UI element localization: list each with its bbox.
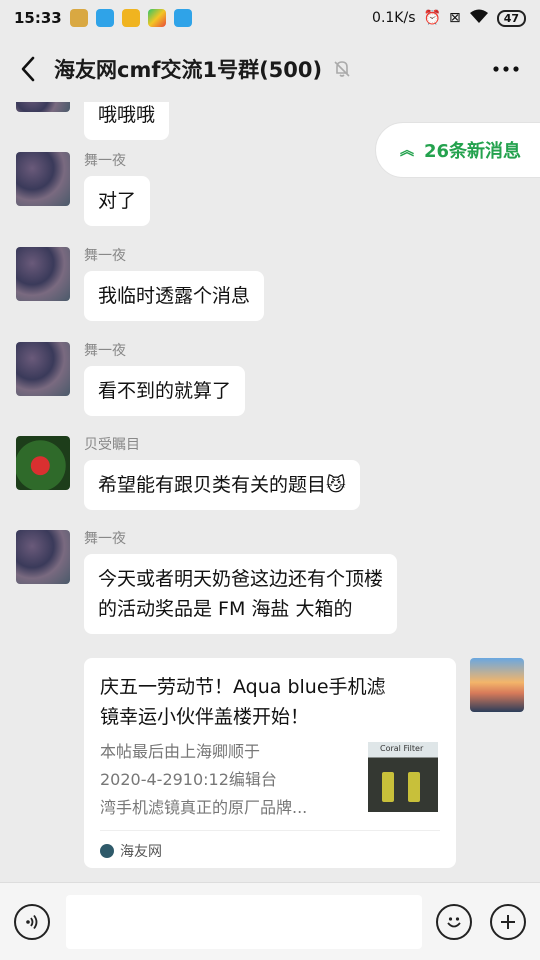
message-text: 希望能有跟贝类有关的题目 (98, 474, 327, 496)
chat-message: 舞一夜 今天或者明天奶爸这边还有个顶楼 的活动奖品是 FM 海盐 大箱的 (16, 530, 398, 634)
new-messages-label: 26条新消息 (424, 141, 522, 162)
app-notification-icon (173, 9, 192, 27)
site-logo-icon (100, 844, 114, 858)
app-notification-icon (121, 9, 140, 27)
plus-icon[interactable] (490, 903, 526, 940)
card-description-line: 2020-4-2910:12编辑台 (100, 770, 277, 789)
message-bubble[interactable]: 我临时透露个消息 (84, 271, 265, 321)
message-text-line: 今天或者明天奶爸这边还有个顶楼 (98, 568, 384, 590)
double-chevron-up-icon: ︽ (400, 143, 414, 159)
chat-message: 哦哦哦 (16, 102, 170, 140)
shared-link-card[interactable]: 庆五一劳动节！Aqua blue手机滤 镜幸运小伙伴盖楼开始！ 本帖最后由上海卿… (84, 658, 456, 868)
chat-title: 海友网cmf交流1号群(500) (54, 58, 323, 82)
avatar[interactable] (16, 530, 70, 584)
card-title-line: 镜幸运小伙伴盖楼开始！ (100, 706, 310, 728)
chat-header: 海友网cmf交流1号群(500) (0, 36, 540, 102)
wifi-icon (469, 8, 489, 28)
app-notification-icon (95, 9, 114, 27)
avatar[interactable] (16, 436, 70, 490)
input-bar (0, 882, 540, 960)
voice-icon[interactable] (14, 903, 50, 940)
card-description-line: 湾手机滤镜真正的原厂品牌... (100, 798, 308, 817)
card-thumbnail: Coral Filter (368, 742, 438, 812)
status-time: 15:33 (14, 9, 62, 27)
chat-message: 舞一夜 对了 (16, 152, 151, 226)
avatar[interactable] (16, 247, 70, 301)
avatar[interactable] (16, 152, 70, 206)
status-bar: 15:33 0.1K/s ⏰ ⊠ 47 (0, 0, 540, 36)
message-input[interactable] (66, 894, 422, 949)
message-bubble[interactable]: 哦哦哦 (84, 102, 170, 140)
network-speed: 0.1K/s (372, 10, 416, 26)
back-arrow-icon[interactable] (14, 49, 42, 89)
emoji-icon[interactable] (436, 903, 472, 940)
chat-message-list[interactable]: 哦哦哦 ︽ 26条新消息 舞一夜 对了 舞一夜 我临时透露个消息 舞一夜 看不到… (0, 102, 540, 882)
alarm-icon: ⏰ (423, 10, 441, 26)
sim-icon: ⊠ (448, 10, 461, 26)
message-bubble[interactable]: 对了 (84, 176, 151, 226)
card-description-line: 本帖最后由上海卿顺于 (100, 742, 261, 761)
sender-name: 贝受瞩目 (84, 437, 140, 453)
message-bubble[interactable]: 今天或者明天奶爸这边还有个顶楼 的活动奖品是 FM 海盐 大箱的 (84, 554, 398, 634)
message-bubble[interactable]: 希望能有跟贝类有关的题目😼 (84, 460, 360, 510)
emoji-cat-icon: 😼 (326, 474, 346, 496)
message-bubble[interactable]: 看不到的就算了 (84, 366, 246, 416)
avatar[interactable] (16, 342, 70, 396)
mute-bell-icon (332, 59, 352, 79)
card-title-line: 庆五一劳动节！Aqua blue手机滤 (100, 676, 386, 698)
message-text-line: 的活动奖品是 FM 海盐 大箱的 (98, 598, 353, 620)
chat-message: 舞一夜 看不到的就算了 (16, 342, 246, 416)
thumbnail-label: Coral Filter (380, 744, 424, 753)
battery-indicator: 47 (496, 9, 526, 27)
status-app-icons (69, 9, 192, 27)
sender-name: 舞一夜 (84, 153, 126, 169)
sender-name: 舞一夜 (84, 531, 126, 547)
more-dots-icon[interactable] (486, 49, 526, 89)
chat-message: 贝受瞩目 希望能有跟贝类有关的题目😼 (16, 436, 360, 510)
self-avatar[interactable] (470, 658, 524, 712)
card-source: 海友网 (120, 844, 162, 860)
sender-name: 舞一夜 (84, 343, 126, 359)
chat-message: 舞一夜 我临时透露个消息 (16, 247, 265, 321)
sender-name: 舞一夜 (84, 248, 126, 264)
new-messages-button[interactable]: ︽ 26条新消息 (375, 122, 540, 178)
play-store-icon (147, 9, 166, 27)
app-notification-icon (69, 9, 88, 27)
avatar[interactable] (16, 102, 70, 112)
